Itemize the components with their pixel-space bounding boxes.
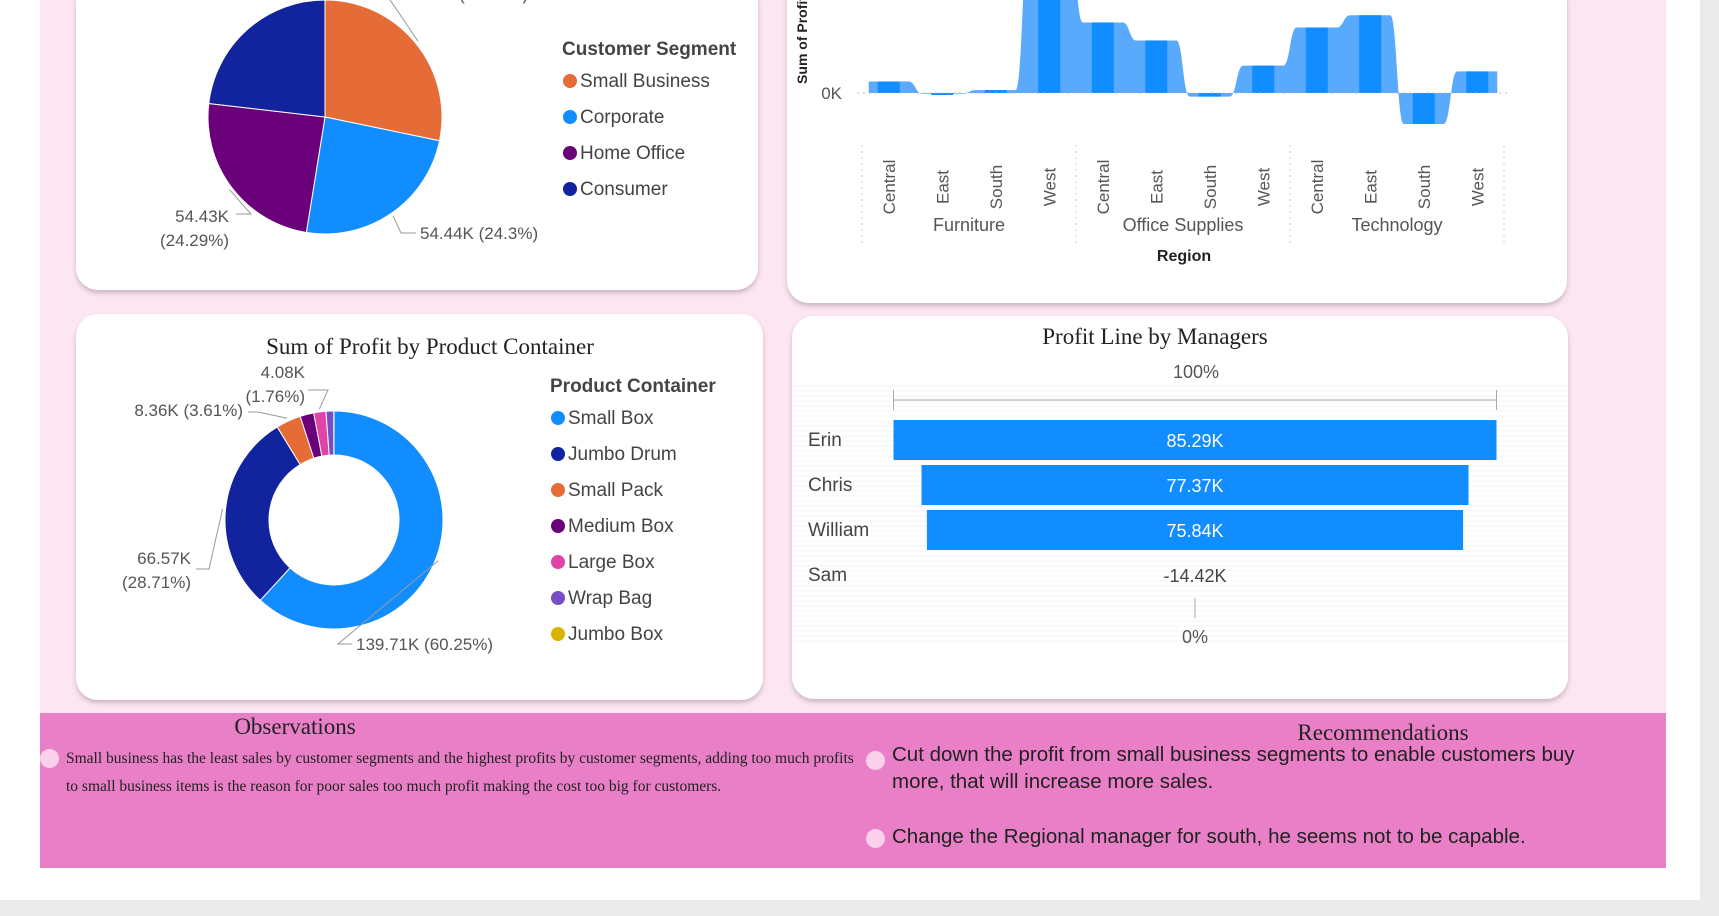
- manager-value-erin: 85.29K: [1166, 431, 1223, 451]
- area-x-tick-office-supplies-south: South: [1201, 165, 1220, 209]
- container-legend-marker-small-pack: [551, 483, 565, 497]
- area-bar-office-supplies-south: [1198, 93, 1221, 97]
- observations-bullet: [40, 749, 59, 768]
- manager-label-sam: Sam: [808, 565, 847, 586]
- donut-title: Sum of Profit by Product Container: [266, 334, 594, 359]
- manager-label-chris: Chris: [808, 475, 852, 496]
- container-donut-card[interactable]: Sum of Profit by Product Container Produc…: [76, 314, 763, 700]
- segment-data-label-small-business: 63.3K (29.14%): [410, 0, 528, 4]
- recommendation-item-1: Cut down the profit from small business …: [892, 743, 1575, 793]
- area-x-tick-office-supplies-central: Central: [1094, 160, 1113, 215]
- area-x-tick-office-supplies-west: West: [1254, 168, 1273, 207]
- area-bar-technology-west: [1466, 71, 1489, 93]
- container-legend-label-jumbo-drum: Jumbo Drum: [568, 444, 677, 465]
- container-legend-marker-large-box: [551, 555, 565, 569]
- managers-bar-card[interactable]: Profit Line by Managers 100% Erin 85.29K Chr…: [792, 316, 1568, 699]
- manager-value-sam: -14.42K: [1163, 566, 1226, 586]
- managers-bar-chart: Profit Line by Managers 100% Erin 85.29K Chr…: [792, 324, 1568, 647]
- container-leader-large-box: [308, 389, 329, 410]
- segment-legend-marker-corporate: [563, 110, 577, 124]
- segment-legend-marker-small-business: [563, 74, 577, 88]
- container-legend-label-medium-box: Medium Box: [568, 516, 674, 537]
- area-x-tick-furniture-central: Central: [880, 160, 899, 215]
- segment-legend-label-home-office: Home Office: [580, 143, 685, 164]
- segment-legend-marker-home-office: [563, 146, 577, 160]
- region-area-chart: 0K Sum of Profit Central East South West Centr…: [794, 0, 1507, 265]
- container-legend-label-small-pack: Small Pack: [568, 480, 664, 501]
- managers-bottom-label: 0%: [1182, 627, 1208, 647]
- container-legend-marker-wrap-bag: [551, 591, 565, 605]
- container-legend-marker-jumbo-box: [551, 627, 565, 641]
- segment-legend-label-corporate: Corporate: [580, 107, 665, 128]
- area-bar-technology-central: [1305, 27, 1328, 94]
- container-legend-label-jumbo-box: Jumbo Box: [568, 624, 664, 645]
- area-x-tick-furniture-west: West: [1040, 168, 1059, 207]
- area-x-axis-title: Region: [1157, 248, 1211, 265]
- container-legend-title: Product Container: [550, 376, 716, 397]
- container-data-label-small-pack: 8.36K (3.61%): [134, 401, 243, 420]
- container-legend-marker-small-box: [551, 411, 565, 425]
- area-x-tick-technology-west: West: [1468, 168, 1487, 207]
- recommendation-bullet-1: [866, 751, 885, 770]
- area-y-axis-title: Sum of Profit: [794, 0, 810, 84]
- area-x-tick-furniture-south: South: [987, 165, 1006, 209]
- container-legend-label-large-box: Large Box: [568, 552, 655, 573]
- observations-text: Small business has the least sales by cu…: [66, 750, 854, 795]
- segment-pie-card[interactable]: Customer Segment Small Business Corporate H…: [76, 0, 758, 290]
- manager-value-william: 75.84K: [1166, 521, 1223, 541]
- segment-slice-consumer: [208, 0, 326, 118]
- manager-value-chris: 77.37K: [1166, 476, 1223, 496]
- region-area-card[interactable]: 0K Sum of Profit Central East South West Centr…: [787, 0, 1567, 303]
- managers-top-label: 100%: [1173, 362, 1219, 382]
- container-leader-small-pack: [248, 411, 288, 419]
- segment-legend-label-consumer: Consumer: [580, 179, 668, 200]
- segment-pie-chart: Customer Segment Small Business Corporate H…: [160, 0, 737, 250]
- container-data-label-small-box: 139.71K (60.25%): [356, 635, 493, 654]
- container-data-label-jumbo-drum: 66.57K (28.71%): [122, 549, 192, 592]
- area-bar-office-supplies-central: [1091, 22, 1114, 93]
- segment-legend-label-small-business: Small Business: [580, 71, 710, 92]
- area-series-fill: [868, 0, 1498, 124]
- area-group-label-furniture: Furniture: [933, 215, 1005, 235]
- recommendation-item-2: Change the Regional manager for south, h…: [892, 825, 1526, 848]
- report-page: Customer Segment Small Business Corporate H…: [0, 0, 1700, 900]
- area-bar-technology-east: [1359, 15, 1382, 93]
- area-x-tick-technology-east: East: [1361, 170, 1380, 204]
- area-x-tick-technology-central: Central: [1308, 160, 1327, 215]
- area-group-label-technology: Technology: [1351, 215, 1442, 235]
- segment-legend-marker-consumer: [563, 182, 577, 196]
- segment-leader-corporate: [392, 215, 416, 234]
- area-bar-technology-south: [1412, 93, 1435, 124]
- segment-slice-small-business: [324, 0, 443, 142]
- container-legend-marker-jumbo-drum: [551, 447, 565, 461]
- container-data-label-large-box: 4.08K (1.76%): [245, 363, 305, 406]
- observations-title: Observations: [234, 714, 356, 739]
- area-bar-furniture-central: [877, 81, 900, 93]
- segment-data-label-home-office: 54.43K (24.29%): [160, 207, 230, 250]
- area-bar-office-supplies-west: [1252, 65, 1275, 93]
- area-x-tick-office-supplies-east: East: [1147, 170, 1166, 204]
- container-legend-label-small-box: Small Box: [568, 408, 654, 429]
- area-group-label-office-supplies: Office Supplies: [1123, 215, 1244, 235]
- area-y-tick-0k: 0K: [821, 84, 842, 103]
- manager-label-erin: Erin: [808, 430, 842, 451]
- segment-data-label-corporate: 54.44K (24.3%): [420, 224, 538, 243]
- managers-title: Profit Line by Managers: [1042, 324, 1268, 349]
- container-donut-chart: Sum of Profit by Product Container Produc…: [122, 334, 716, 654]
- report-canvas: Customer Segment Small Business Corporate H…: [40, 0, 1666, 868]
- segment-legend-title: Customer Segment: [562, 39, 737, 60]
- container-legend-label-wrap-bag: Wrap Bag: [568, 588, 652, 609]
- area-bar-furniture-west: [1038, 0, 1061, 93]
- container-legend-marker-medium-box: [551, 519, 565, 533]
- container-leader-jumbo-drum: [196, 508, 224, 570]
- recommendation-bullet-2: [866, 829, 885, 848]
- area-x-tick-technology-south: South: [1415, 165, 1434, 209]
- area-x-tick-furniture-east: East: [933, 170, 952, 204]
- area-bar-office-supplies-east: [1145, 40, 1168, 93]
- manager-label-william: William: [808, 520, 869, 541]
